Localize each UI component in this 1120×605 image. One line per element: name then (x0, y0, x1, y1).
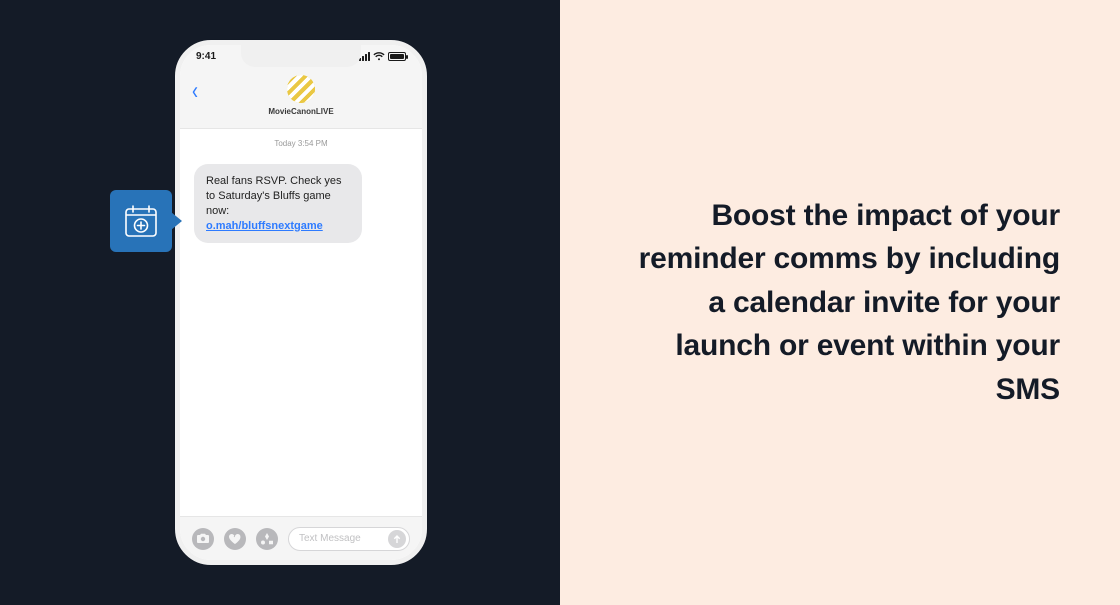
message-placeholder: Text Message (299, 533, 361, 544)
calendar-callout (110, 190, 172, 252)
headline-text: Boost the impact of your reminder comms … (620, 194, 1060, 412)
message-text: Real fans RSVP. Check yes to Saturday's … (206, 175, 342, 217)
day-timestamp: Today 3:54 PM (180, 139, 422, 148)
left-panel: 9:41 ‹ MovieCanonLIVE Today 3:54 PM (0, 0, 560, 605)
status-indicators (359, 52, 406, 61)
right-panel: Boost the impact of your reminder comms … (560, 0, 1120, 605)
chat-body: Today 3:54 PM Real fans RSVP. Check yes … (180, 129, 422, 516)
wifi-icon (373, 52, 385, 61)
incoming-message-bubble: Real fans RSVP. Check yes to Saturday's … (194, 164, 362, 243)
camera-icon[interactable] (192, 528, 214, 550)
message-link[interactable]: o.mah/bluffsnextgame (206, 220, 323, 232)
battery-icon (388, 52, 406, 61)
contact-name: MovieCanonLIVE (180, 107, 422, 116)
phone-notch (241, 45, 361, 67)
contact-avatar[interactable] (287, 75, 315, 103)
heart-icon[interactable] (224, 528, 246, 550)
back-button[interactable]: ‹ (192, 77, 198, 102)
send-button[interactable] (388, 530, 406, 548)
status-time: 9:41 (196, 51, 216, 62)
apps-icon[interactable] (256, 528, 278, 550)
calendar-add-icon (123, 203, 159, 239)
message-input[interactable]: Text Message (288, 527, 410, 551)
compose-bar: Text Message (180, 516, 422, 560)
phone-mockup: 9:41 ‹ MovieCanonLIVE Today 3:54 PM (175, 40, 427, 565)
